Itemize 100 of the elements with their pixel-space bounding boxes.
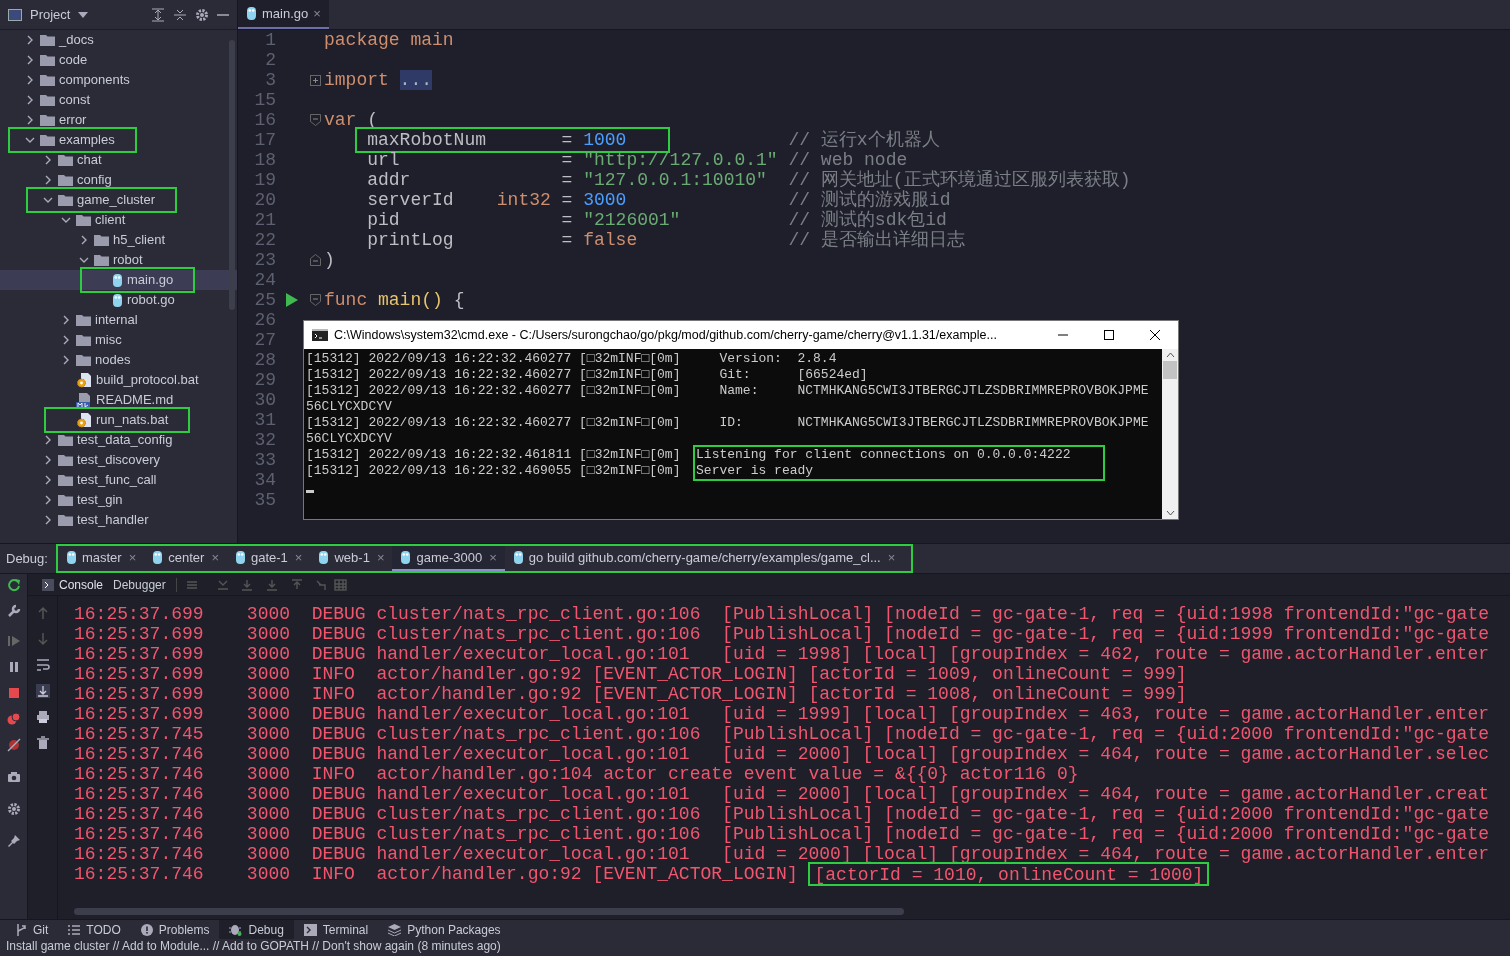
- console-tab[interactable]: Debugger: [113, 573, 166, 596]
- tree-item[interactable]: internal: [0, 310, 237, 330]
- print-icon[interactable]: [35, 710, 50, 724]
- markdown-file-icon: [76, 392, 92, 408]
- settings-icon[interactable]: [195, 7, 209, 22]
- chevron-down-icon[interactable]: [43, 197, 53, 203]
- chevron-right-icon[interactable]: [45, 175, 51, 185]
- chevron-right-icon[interactable]: [27, 95, 33, 105]
- folder-icon: [58, 514, 73, 526]
- chevron-right-icon[interactable]: [63, 355, 69, 365]
- keyword: import: [324, 70, 389, 90]
- tree-item[interactable]: test_data_config: [0, 430, 237, 450]
- tree-item[interactable]: h5_client: [0, 230, 237, 250]
- collapse-all-icon[interactable]: [173, 7, 187, 22]
- rerun-icon[interactable]: [6, 578, 21, 592]
- tree-item[interactable]: config: [0, 170, 237, 190]
- tool-window-tab[interactable]: Debug: [219, 920, 294, 939]
- tool-window-tab[interactable]: TODO: [58, 920, 131, 939]
- tree-item[interactable]: main.go: [0, 270, 237, 290]
- scrollbar-thumb[interactable]: [229, 40, 235, 310]
- chevron-right-icon[interactable]: [45, 435, 51, 445]
- vertical-scrollbar[interactable]: [1162, 349, 1178, 519]
- close-tab-button[interactable]: ×: [294, 547, 303, 568]
- chevron-right-icon[interactable]: [45, 495, 51, 505]
- soft-wrap-icon[interactable]: [35, 658, 50, 672]
- chevron-right-icon[interactable]: [27, 55, 33, 65]
- horizontal-scrollbar[interactable]: [74, 908, 904, 915]
- panel-title[interactable]: Project: [30, 4, 71, 25]
- tree-item[interactable]: README.md: [0, 390, 237, 410]
- tree-item[interactable]: chat: [0, 150, 237, 170]
- chevron-right-icon[interactable]: [27, 35, 33, 45]
- close-tab-button[interactable]: ×: [313, 3, 321, 24]
- scroll-to-end-icon[interactable]: [35, 684, 50, 698]
- scrollbar-thumb[interactable]: [1163, 361, 1177, 379]
- tree-item[interactable]: test_discovery: [0, 450, 237, 470]
- tree-item[interactable]: misc: [0, 330, 237, 350]
- tree-item[interactable]: code: [0, 50, 237, 70]
- session-tab[interactable]: game-3000 ×: [392, 546, 505, 571]
- expand-fold-icon[interactable]: [309, 74, 321, 86]
- trash-icon[interactable]: [36, 736, 49, 750]
- breakpoints-icon[interactable]: [6, 712, 21, 726]
- tree-item[interactable]: client: [0, 210, 237, 230]
- chevron-right-icon[interactable]: [45, 455, 51, 465]
- tree-item[interactable]: robot.go: [0, 290, 237, 310]
- fold-icon[interactable]: [309, 294, 321, 306]
- expand-all-icon[interactable]: [151, 7, 165, 22]
- log-server-id: 3000: [246, 784, 292, 804]
- tree-item[interactable]: examples: [0, 130, 237, 150]
- session-tab[interactable]: master ×: [57, 546, 145, 571]
- tree-item[interactable]: game_cluster: [0, 190, 237, 210]
- chevron-down-icon[interactable]: [25, 137, 35, 143]
- folder-icon: [40, 134, 55, 146]
- chevron-right-icon[interactable]: [27, 75, 33, 85]
- wrench-icon[interactable]: [6, 604, 21, 618]
- tree-item[interactable]: robot: [0, 250, 237, 270]
- chevron-right-icon[interactable]: [63, 335, 69, 345]
- run-icon[interactable]: [286, 293, 298, 307]
- chevron-down-icon[interactable]: [61, 217, 71, 223]
- tree-item[interactable]: run_nats.bat: [0, 410, 237, 430]
- tool-window-tab[interactable]: Git: [6, 920, 59, 939]
- stop-icon[interactable]: [6, 686, 21, 700]
- tool-window-tab[interactable]: Problems: [130, 920, 220, 939]
- resume-icon[interactable]: [6, 634, 21, 648]
- chevron-right-icon[interactable]: [27, 115, 33, 125]
- camera-icon[interactable]: [6, 770, 21, 784]
- close-tab-button[interactable]: ×: [128, 547, 137, 568]
- tree-item[interactable]: _docs: [0, 30, 237, 50]
- tool-window-tab[interactable]: Terminal: [293, 920, 379, 939]
- tree-item[interactable]: components: [0, 70, 237, 90]
- session-tab[interactable]: go build github.com/cherry-game/cherry/examples/game_cl... ×: [504, 546, 904, 571]
- chevron-right-icon[interactable]: [45, 515, 51, 525]
- chevron-right-icon[interactable]: [45, 155, 51, 165]
- close-tab-button[interactable]: ×: [887, 547, 896, 568]
- mute-breakpoints-icon[interactable]: [6, 738, 21, 752]
- tree-item[interactable]: const: [0, 90, 237, 110]
- tree-item[interactable]: test_gin: [0, 490, 237, 510]
- chevron-right-icon[interactable]: [45, 475, 51, 485]
- tree-item[interactable]: error: [0, 110, 237, 130]
- chevron-right-icon[interactable]: [81, 235, 87, 245]
- code-token: {: [453, 290, 465, 310]
- chevron-down-icon[interactable]: [79, 257, 89, 263]
- editor-tab[interactable]: main.go ×: [238, 0, 329, 29]
- session-tab[interactable]: web-1 ×: [310, 546, 393, 571]
- dropdown-caret-icon[interactable]: [78, 11, 89, 18]
- close-tab-button[interactable]: ×: [211, 547, 219, 568]
- tree-item[interactable]: build_protocol.bat: [0, 370, 237, 390]
- close-tab-button[interactable]: ×: [376, 547, 385, 568]
- session-tab[interactable]: center ×: [144, 546, 227, 571]
- tree-item[interactable]: test_func_call: [0, 470, 237, 490]
- pin-icon[interactable]: [6, 834, 21, 848]
- tree-item[interactable]: test_handler: [0, 510, 237, 530]
- console-tab[interactable]: Console: [42, 573, 104, 596]
- tool-window-tab[interactable]: Python Packages: [378, 920, 511, 939]
- fold-icon[interactable]: [309, 114, 321, 126]
- close-tab-button[interactable]: ×: [489, 547, 497, 568]
- session-tab[interactable]: gate-1 ×: [227, 546, 311, 571]
- settings-icon[interactable]: [6, 802, 21, 816]
- tree-item[interactable]: nodes: [0, 350, 237, 370]
- chevron-right-icon[interactable]: [63, 315, 69, 325]
- fold-icon[interactable]: [309, 254, 321, 266]
